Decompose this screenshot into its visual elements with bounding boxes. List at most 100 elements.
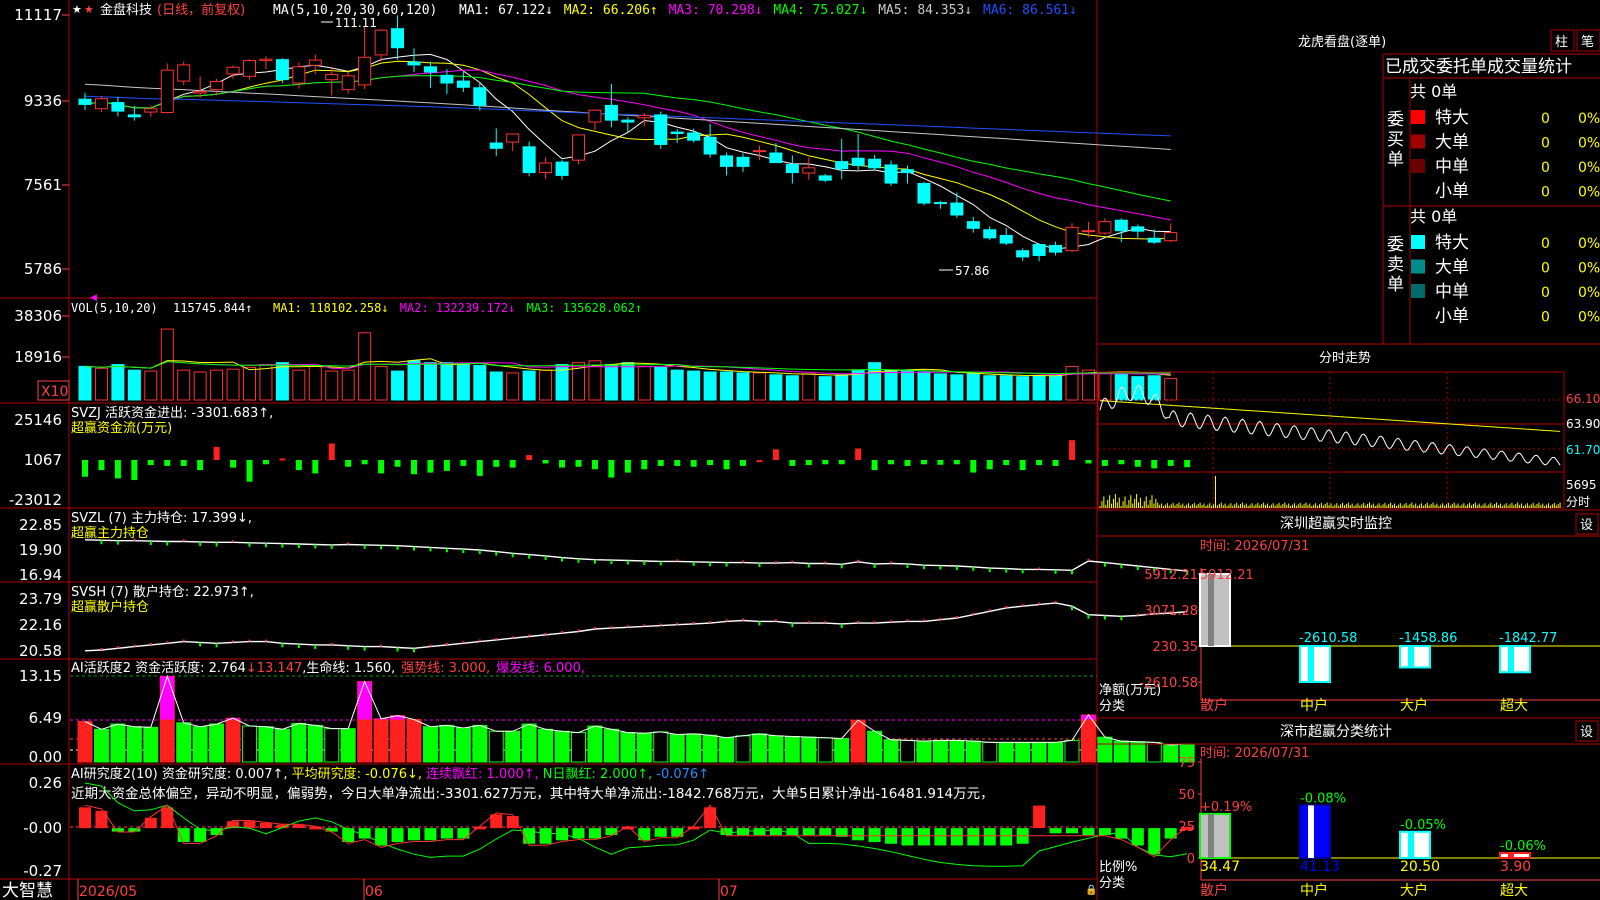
volume-bar: [226, 368, 240, 401]
research-bar: [671, 828, 684, 837]
activity-bar: [439, 724, 455, 763]
research-bar: [1000, 828, 1013, 846]
star-icon[interactable]: ★: [84, 3, 94, 16]
activity-bar: [455, 727, 471, 763]
svzl-panel[interactable]: 22.85 19.90 16.94 SVZL (7) 主力持仓: 17.399↓…: [19, 511, 1189, 584]
activity-bar: [817, 737, 833, 763]
cls-change-label: -0.08%: [1300, 791, 1346, 806]
activity-bar: [538, 728, 554, 763]
activity-bar: [373, 718, 389, 763]
lock-icon[interactable]: 🔒: [1085, 884, 1097, 896]
candle-body: [1032, 244, 1046, 256]
order-pct: 0%: [1578, 261, 1600, 277]
ai-research-panel[interactable]: 0.26 -0.00 -0.27 AI研究度2(10) 资金研究度: 0.007…: [23, 766, 1194, 880]
candle-body: [637, 114, 651, 119]
svzj-bar: [1003, 460, 1010, 466]
cls-bar-shade: [1208, 813, 1214, 858]
ai2-y-tick: 13.15: [19, 667, 62, 685]
ai2-strong-line: 强势线: 3.000,: [401, 660, 490, 676]
candle-body: [440, 74, 454, 84]
volume-bar: [1016, 376, 1030, 401]
svzl-header: SVZL (7) 主力持仓: 17.399↓,: [71, 511, 252, 526]
research-bar: [111, 828, 124, 832]
order-type: 大单: [1435, 258, 1469, 278]
order-count: 0: [1541, 111, 1550, 127]
candle-body: [292, 66, 306, 84]
activity-bar: [324, 728, 340, 763]
low-price-label: 57.86: [955, 264, 989, 278]
order-pct: 0%: [1578, 111, 1600, 127]
cls-settings-label: 设: [1580, 725, 1593, 740]
svzj-bar: [1118, 460, 1125, 465]
svzj-bar: [1167, 460, 1174, 466]
svsh-panel[interactable]: 23.79 22.16 20.58 SVSH (7) 散户持仓: 22.973↑…: [19, 584, 1189, 660]
svzj-bar: [674, 460, 681, 466]
activity-bar: [784, 735, 800, 763]
sz-category: 散户: [1200, 697, 1228, 714]
order-type: 小单: [1435, 182, 1469, 202]
candle-body: [473, 87, 487, 106]
activity-bar: [850, 719, 866, 763]
volume-bar: [275, 362, 289, 401]
volume-bar: [1032, 375, 1046, 401]
order-count: 0: [1541, 236, 1550, 252]
svzj-bars: [82, 440, 1191, 482]
activity-bar: [521, 723, 537, 763]
volume-bar: [440, 362, 454, 401]
research-bar: [654, 828, 667, 837]
ai2-y-tick: 0.00: [29, 748, 62, 766]
svzj-bar: [690, 460, 697, 467]
svzj-panel[interactable]: 25146 1067 -23012 SVZJ 活跃资金进出: -3301.683…: [9, 405, 1191, 509]
ai2-lifeline: ,生命线: 1.560,: [302, 660, 395, 676]
research-bar: [868, 828, 881, 843]
order-swatch: [1411, 159, 1425, 173]
volume-bar: [917, 371, 931, 401]
research-bar: [638, 828, 651, 841]
activity-bar: [636, 732, 652, 763]
kline-y-tick: 9336: [24, 92, 62, 110]
sz-category: 大户: [1400, 697, 1428, 714]
volume-bar: [308, 365, 322, 401]
volume-panel[interactable]: 38306 18916 X10 VOL(5,10,20) 115745.844↑…: [14, 301, 1178, 401]
candle-body: [687, 132, 701, 141]
stats-subtitle: 已成交委托单成交量统计: [1385, 57, 1572, 77]
order-type: 特大: [1435, 233, 1469, 253]
candle-body: [868, 158, 882, 169]
volume-bar: [687, 370, 701, 401]
svzj-bar: [1134, 460, 1141, 467]
order-type: 大单: [1435, 133, 1469, 153]
date-label: 06: [365, 884, 383, 900]
ai3-y-tick: -0.00: [23, 819, 62, 837]
svzl-y-tick: 16.94: [19, 566, 62, 584]
ai3-avg-research: 平均研究度: -0.076↓,: [292, 766, 422, 782]
activity-bar: [735, 735, 751, 763]
sz-bar: [1499, 645, 1531, 674]
activity-bar: [1163, 744, 1179, 763]
research-bar: [408, 828, 420, 841]
buy-orders-label: 委买单: [1387, 110, 1404, 170]
sz-category: 中户: [1300, 697, 1328, 714]
research-bar: [161, 807, 174, 829]
intraday-title: 分时走势: [1319, 350, 1371, 366]
svzj-bar: [378, 460, 385, 474]
order-pct: 0%: [1578, 236, 1600, 252]
research-bar: [720, 828, 733, 836]
intraday-tick: 66.10: [1566, 392, 1600, 406]
candle-body: [901, 169, 914, 174]
sz-time: 时间: 2026/07/31: [1200, 539, 1309, 554]
candle-body: [78, 98, 92, 105]
sz-category: 超大: [1500, 698, 1528, 714]
kline-panel[interactable]: 11117 9336 7561 5786 ★ ★ 金盘科技 (日线，前复权) M…: [14, 2, 1178, 303]
cls-title: 深市超赢分类统计: [1280, 723, 1392, 740]
activity-bar: [1064, 739, 1080, 763]
svzj-bar: [657, 460, 664, 466]
svsh-subtitle: 超赢散户持仓: [71, 599, 149, 615]
ai-activity-panel[interactable]: 13.15 6.49 0.00 AI活跃度2 资金活跃度: 2.764↓13.1…: [19, 660, 1195, 766]
activity-bar: [1015, 741, 1031, 763]
svzj-bar: [575, 460, 582, 467]
order-pct: 0%: [1578, 285, 1600, 301]
research-bar: [1082, 828, 1095, 836]
star-icon[interactable]: ★: [72, 3, 82, 16]
volume-bar: [950, 374, 964, 401]
volume-bar: [785, 375, 799, 401]
